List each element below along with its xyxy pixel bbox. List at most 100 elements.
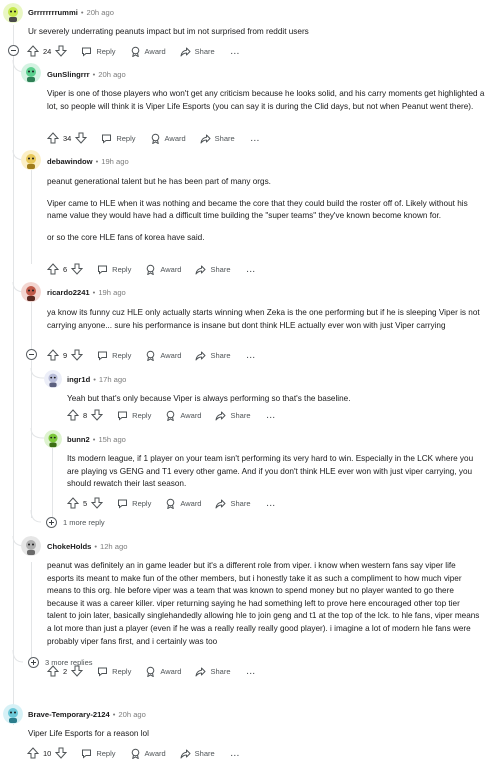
award-icon	[151, 133, 159, 144]
share-button[interactable]: Share	[180, 748, 215, 759]
award-button[interactable]: Award	[130, 46, 166, 57]
comment-header: GunSlingrrr • 20h ago	[47, 70, 126, 79]
reply-button[interactable]: Reply	[97, 666, 131, 677]
more-options-button[interactable]: ...	[231, 749, 240, 758]
upvote-icon[interactable]	[47, 349, 59, 361]
share-icon	[180, 47, 191, 56]
downvote-icon[interactable]	[55, 45, 68, 57]
more-replies-link[interactable]: 3 more replies	[28, 657, 93, 668]
upvote-icon[interactable]	[67, 409, 79, 421]
username[interactable]: Grrrrrrrrummi	[28, 8, 78, 17]
reply-button[interactable]: Reply	[101, 133, 136, 144]
more-options-button[interactable]: ...	[247, 351, 256, 360]
share-label: Share	[214, 133, 235, 143]
vote-count: 5	[83, 498, 88, 508]
award-button[interactable]: Award	[150, 133, 186, 144]
more-options-button[interactable]: ...	[247, 265, 256, 274]
share-button[interactable]: Share	[180, 46, 215, 57]
username[interactable]: GunSlingrrr	[47, 70, 90, 79]
username[interactable]: bunn2	[67, 435, 90, 444]
avatar[interactable]	[21, 536, 41, 556]
reply-icon	[82, 47, 92, 57]
username[interactable]: ricardo2241	[47, 288, 90, 297]
avatar[interactable]	[44, 430, 62, 448]
avatar[interactable]	[44, 370, 62, 388]
upvote-icon[interactable]	[67, 497, 79, 509]
timestamp[interactable]: 20h ago	[86, 8, 113, 17]
more-replies-label: 1 more reply	[63, 518, 105, 527]
award-button[interactable]: Award	[145, 264, 181, 275]
timestamp[interactable]: 19h ago	[98, 288, 125, 297]
timestamp[interactable]: 19h ago	[101, 157, 128, 166]
award-icon	[167, 410, 175, 421]
upvote-icon[interactable]	[47, 263, 59, 275]
timestamp[interactable]: 12h ago	[100, 542, 127, 551]
more-options-button[interactable]: ...	[231, 47, 240, 56]
reply-button[interactable]: Reply	[81, 748, 116, 759]
share-button[interactable]: Share	[200, 133, 235, 144]
avatar[interactable]	[3, 704, 23, 724]
share-label: Share	[210, 350, 231, 360]
avatar[interactable]	[21, 150, 41, 170]
reply-button[interactable]: Reply	[117, 410, 151, 421]
username[interactable]: Brave-Temporary-2124	[28, 710, 110, 719]
comment-text: or so the core HLE fans of korea have sa…	[47, 232, 205, 242]
downvote-icon[interactable]	[91, 497, 104, 509]
username[interactable]: ChokeHolds	[47, 542, 91, 551]
downvote-icon[interactable]	[71, 263, 84, 275]
upvote-icon[interactable]	[27, 747, 39, 759]
reply-button[interactable]: Reply	[97, 264, 131, 275]
comment-header: ChokeHolds • 12h ago	[47, 542, 127, 551]
avatar[interactable]	[21, 282, 41, 302]
award-button[interactable]: Award	[145, 350, 181, 361]
upvote-icon[interactable]	[47, 132, 59, 144]
reply-button[interactable]: Reply	[81, 46, 116, 57]
award-button[interactable]: Award	[130, 748, 166, 759]
share-button[interactable]: Share	[215, 498, 251, 509]
avatar[interactable]	[21, 63, 41, 83]
timestamp[interactable]: 17h ago	[99, 375, 126, 384]
more-options-button[interactable]: ...	[267, 411, 276, 420]
award-icon	[147, 264, 155, 275]
more-options-button[interactable]: ...	[251, 134, 260, 143]
timestamp[interactable]: 20h ago	[118, 710, 145, 719]
downvote-icon[interactable]	[55, 747, 68, 759]
collapse-thread-button[interactable]	[8, 45, 19, 56]
username[interactable]: debawindow	[47, 157, 93, 166]
vote-count: 34	[63, 133, 72, 143]
share-button[interactable]: Share	[195, 666, 231, 677]
timestamp[interactable]: 20h ago	[98, 70, 125, 79]
award-button[interactable]: Award	[165, 410, 201, 421]
vote-count: 24	[43, 46, 52, 56]
award-button[interactable]: Award	[145, 666, 181, 677]
share-label: Share	[230, 410, 251, 420]
share-button[interactable]: Share	[215, 410, 251, 421]
expand-plus-icon	[28, 657, 39, 668]
vote-group: 6	[47, 263, 84, 275]
vote-count: 6	[63, 264, 68, 274]
award-icon	[167, 498, 175, 509]
comment-body: peanut generational talent but he has be…	[47, 176, 477, 244]
comment-actions: 24 Reply Award Share ...	[27, 44, 240, 58]
share-button[interactable]: Share	[195, 264, 231, 275]
award-label: Award	[164, 133, 186, 143]
avatar-snoo-icon	[3, 704, 23, 724]
award-label: Award	[160, 264, 182, 274]
more-replies-link[interactable]: 1 more reply	[46, 517, 105, 528]
award-button[interactable]: Award	[165, 498, 201, 509]
more-options-button[interactable]: ...	[247, 667, 256, 676]
more-options-button[interactable]: ...	[267, 499, 276, 508]
collapse-thread-button[interactable]	[26, 349, 37, 360]
downvote-icon[interactable]	[91, 409, 104, 421]
downvote-icon[interactable]	[71, 349, 84, 361]
reply-button[interactable]: Reply	[117, 498, 151, 509]
comment-body: peanut was definitely an in game leader …	[47, 560, 482, 648]
username[interactable]: ingr1d	[67, 375, 90, 384]
upvote-icon[interactable]	[27, 45, 39, 57]
share-button[interactable]: Share	[195, 350, 231, 361]
downvote-icon[interactable]	[75, 132, 88, 144]
timestamp[interactable]: 15h ago	[98, 435, 125, 444]
reply-button[interactable]: Reply	[97, 350, 131, 361]
share-icon	[180, 749, 191, 758]
avatar[interactable]	[3, 3, 23, 23]
